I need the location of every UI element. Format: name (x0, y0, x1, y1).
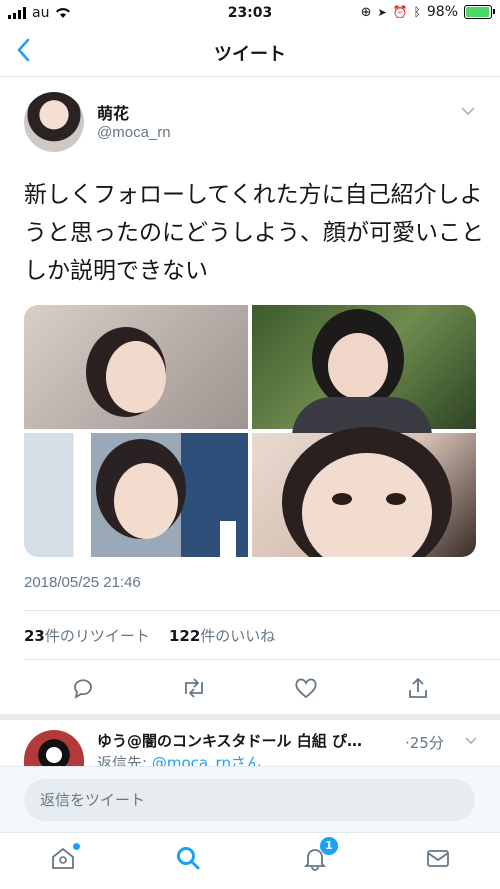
like-icon[interactable] (293, 676, 319, 700)
reply-chevron-down-icon[interactable] (464, 736, 478, 745)
divider (24, 659, 500, 660)
search-icon (177, 847, 200, 870)
tab-bar: 1 (0, 832, 500, 889)
photo-4[interactable] (252, 427, 476, 557)
retweets-link[interactable]: 23件のリツイート (24, 627, 150, 645)
tab-home[interactable] (50, 843, 80, 875)
nav-bar: ツイート (0, 26, 500, 77)
share-icon[interactable] (406, 676, 430, 700)
photo-1[interactable] (24, 305, 248, 429)
like-label: 件のいいね (200, 627, 276, 645)
photo-3[interactable] (24, 433, 248, 557)
tweet-actions (0, 672, 500, 712)
home-icon (52, 847, 74, 869)
retweet-label: 件のリツイート (44, 627, 150, 645)
reply-time: ·25分 (405, 734, 444, 752)
bluetooth-icon: ᛒ (413, 5, 421, 19)
chevron-down-icon[interactable] (460, 106, 476, 116)
like-count: 122 (168, 627, 201, 645)
user-handle[interactable]: @moca_rn (97, 124, 171, 141)
notification-badge: 1 (320, 837, 338, 855)
lock-rotation-icon: ⊕ (360, 4, 372, 20)
divider (24, 610, 500, 611)
location-icon: ➤ (377, 5, 387, 19)
likes-link[interactable]: 122件のいいね (169, 627, 275, 645)
battery-icon (464, 5, 495, 19)
tab-messages[interactable] (425, 845, 451, 875)
status-bar: au 23:03 ⊕ ➤ ⏰ ᛒ 98% (0, 0, 500, 26)
display-name[interactable]: 萌花 (97, 100, 129, 124)
home-new-dot (73, 843, 80, 850)
section-divider (0, 714, 500, 720)
retweet-icon[interactable] (181, 676, 207, 700)
reply-input[interactable]: 返信をツイート (24, 779, 475, 821)
reply-composer: 返信をツイート (0, 766, 500, 833)
mail-icon (427, 850, 449, 867)
engagement-stats: 23件のリツイート 122件のいいね (24, 625, 275, 646)
page-title: ツイート (214, 44, 286, 65)
media-grid (24, 305, 476, 557)
reply-display-name[interactable]: ゆう@闇のコンキスタドール 白組 ぴ… (97, 730, 397, 751)
tweet-text: 新しくフォローしてくれた方に自己紹介しようと思ったのにどうしよう、顔が可愛いこと… (24, 182, 484, 284)
retweet-count: 23 (24, 627, 45, 645)
tab-search[interactable] (175, 845, 201, 875)
reply-icon[interactable] (71, 676, 95, 700)
alarm-icon: ⏰ (392, 5, 408, 19)
avatar[interactable] (24, 92, 84, 152)
tab-notifications[interactable]: 1 (302, 837, 338, 875)
tweet-timestamp: 2018/05/25 21:46 (24, 574, 141, 591)
status-right: ⊕ ➤ ⏰ ᛒ 98% (360, 4, 495, 20)
battery-percent: 98% (426, 4, 458, 20)
photo-2[interactable] (252, 305, 476, 437)
